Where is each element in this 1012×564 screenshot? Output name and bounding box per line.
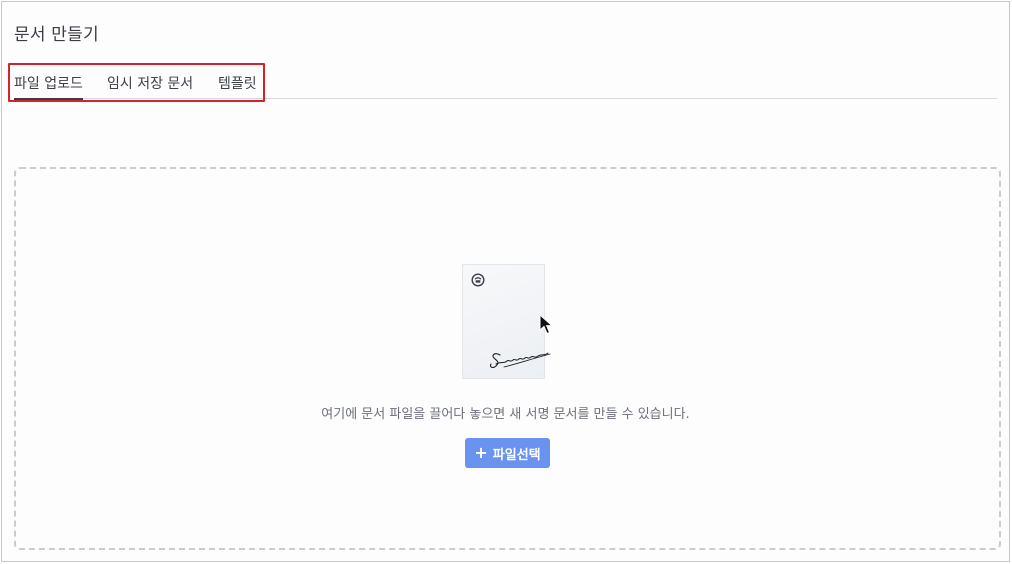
seal-icon	[471, 273, 485, 287]
plus-icon: +	[474, 442, 488, 462]
mouse-pointer-icon	[539, 314, 554, 335]
tab-bar: 파일 업로드 임시 저장 문서 템플릿	[14, 68, 997, 100]
select-file-label: 파일선택	[492, 447, 541, 463]
signature-graphic	[489, 352, 551, 369]
create-document-panel: 문서 만들기 파일 업로드 임시 저장 문서 템플릿 여기에 문서 파일을 끌어…	[1, 1, 1010, 562]
tab-templates[interactable]: 템플릿	[218, 73, 257, 93]
page-title: 문서 만들기	[14, 25, 99, 45]
tab-draft-documents[interactable]: 임시 저장 문서	[107, 73, 193, 93]
tab-file-upload[interactable]: 파일 업로드	[14, 73, 83, 100]
select-file-button[interactable]: + 파일선택	[465, 438, 550, 468]
drop-hint-text: 여기에 문서 파일을 끌어다 놓으면 새 서명 문서를 만들 수 있습니다.	[321, 407, 690, 422]
document-illustration	[462, 264, 554, 379]
